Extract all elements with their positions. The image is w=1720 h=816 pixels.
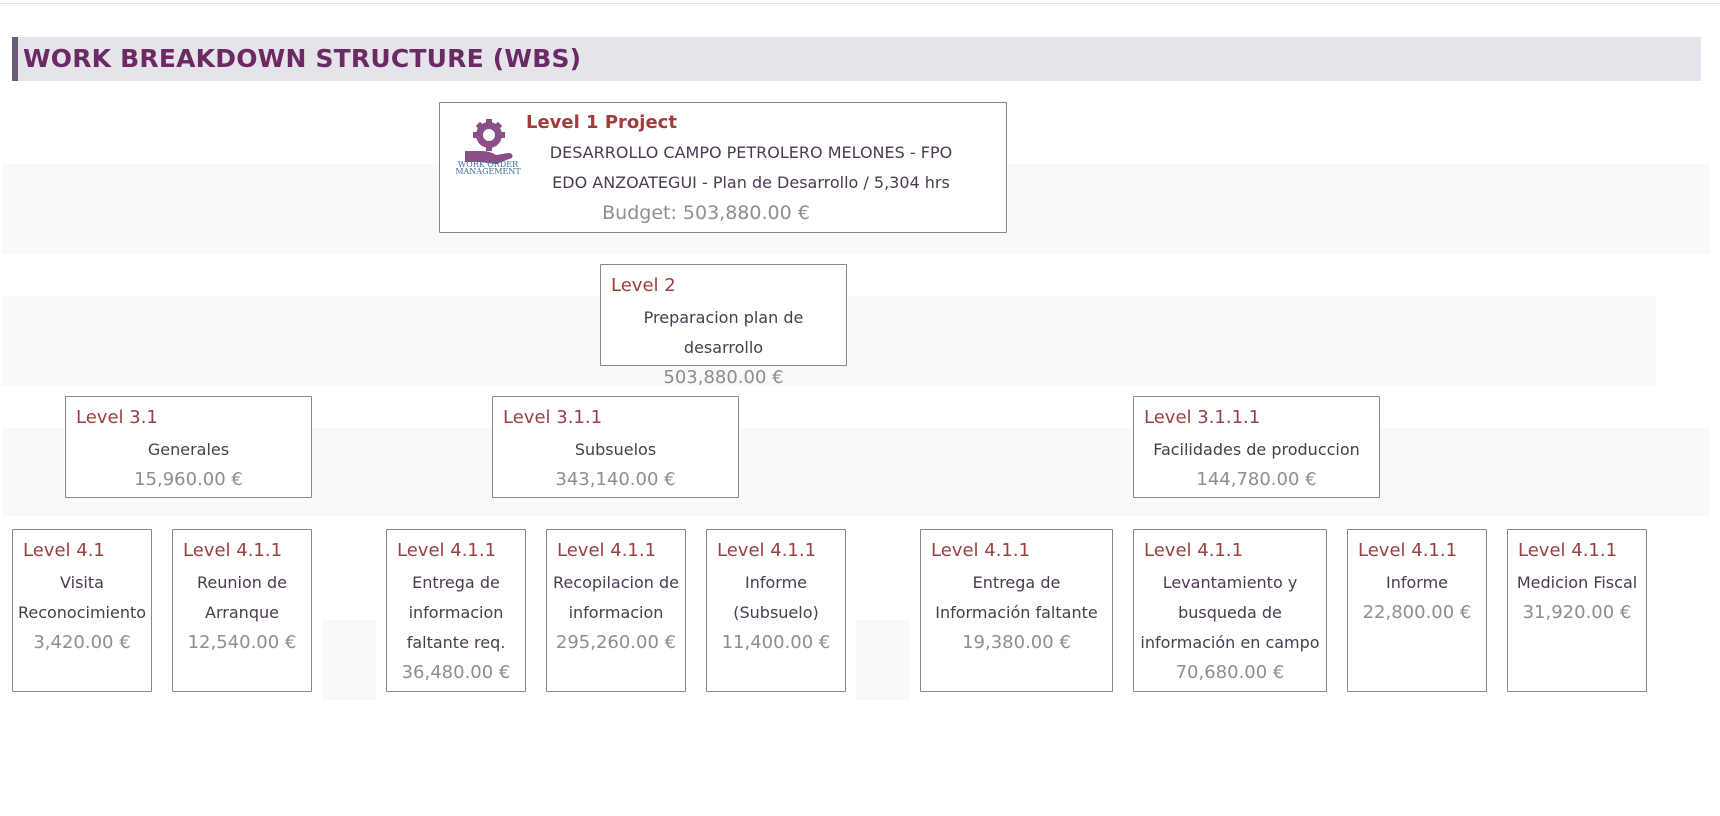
wbs-node-level4[interactable]: Level 4.1.1 Reunion de Arranque 12,540.0…: [172, 529, 312, 692]
node-name: Generales 15,960.00 €: [70, 435, 307, 495]
node-name: Subsuelos 343,140.00 €: [497, 435, 734, 495]
level4-gap-band: [322, 620, 376, 700]
node-name-text: Visita Reconocimiento: [17, 573, 147, 622]
node-value: 295,260.00 €: [555, 632, 677, 653]
node-level-label: Level 4.1: [23, 540, 105, 561]
node-level-label: Level 1 Project: [526, 112, 677, 133]
node-value: 70,680.00 €: [1175, 662, 1285, 683]
node-level-label: Level 4.1.1: [1518, 540, 1618, 561]
node-value: 144,780.00 €: [1196, 469, 1317, 490]
node-name-text: Informe (Subsuelo): [733, 573, 819, 622]
node-name: Levantamiento y busqueda de información …: [1138, 568, 1322, 688]
wbs-node-level3[interactable]: Level 3.1.1.1 Facilidades de produccion …: [1133, 396, 1380, 498]
hand-gear-icon: [465, 119, 513, 164]
node-name: Entrega de Información faltante 19,380.0…: [925, 568, 1108, 658]
node-name-text: Preparacion plan de desarrollo: [643, 308, 804, 357]
node-name-text: Entrega de informacion faltante req.: [406, 573, 506, 652]
logo-text-line2: MANAGEMENT: [455, 167, 521, 175]
node-budget: Budget: 503,880.00 €: [602, 202, 810, 224]
node-value: 22,800.00 €: [1362, 602, 1472, 623]
node-name-text: Entrega de Información faltante: [935, 573, 1098, 622]
node-name-text: Levantamiento y busqueda de información …: [1140, 573, 1320, 652]
node-name: Preparacion plan de desarrollo 503,880.0…: [605, 303, 842, 393]
node-level-label: Level 4.1.1: [1358, 540, 1458, 561]
node-value: 503,880.00 €: [663, 367, 784, 388]
node-name: Visita Reconocimiento 3,420.00 €: [17, 568, 147, 658]
wbs-node-level1[interactable]: WORK ORDER MANAGEMENT Level 1 Project DE…: [439, 102, 1007, 233]
level4-gap-band: [856, 620, 910, 700]
node-name: Reunion de Arranque 12,540.00 €: [177, 568, 307, 658]
node-value: 15,960.00 €: [134, 469, 243, 490]
node-name-text: Medicion Fiscal: [1516, 573, 1638, 592]
node-name-text: Informe: [1385, 573, 1448, 592]
node-name-text: Subsuelos: [574, 440, 657, 459]
node-value: 36,480.00 €: [401, 662, 511, 683]
wbs-node-level4[interactable]: Level 4.1 Visita Reconocimiento 3,420.00…: [12, 529, 152, 692]
node-name: Recopilacion de informacion 295,260.00 €: [551, 568, 681, 658]
node-name-text: DESARROLLO CAMPO PETROLERO MELONES - FPO…: [549, 143, 953, 192]
node-level-label: Level 4.1.1: [717, 540, 817, 561]
node-level-label: Level 3.1: [76, 407, 158, 428]
wbs-node-level3[interactable]: Level 3.1.1 Subsuelos 343,140.00 €: [492, 396, 739, 498]
node-level-label: Level 2: [611, 275, 676, 296]
wbs-node-level4[interactable]: Level 4.1.1 Levantamiento y busqueda de …: [1133, 529, 1327, 692]
node-level-label: Level 4.1.1: [557, 540, 657, 561]
top-divider: [0, 3, 1720, 4]
node-name: Informe 22,800.00 €: [1352, 568, 1482, 628]
node-name: Medicion Fiscal 31,920.00 €: [1512, 568, 1642, 628]
node-level-label: Level 4.1.1: [931, 540, 1031, 561]
node-value: 19,380.00 €: [962, 632, 1071, 653]
node-name: Informe (Subsuelo) 11,400.00 €: [711, 568, 841, 658]
node-level-label: Level 3.1.1.1: [1144, 407, 1261, 428]
node-level-label: Level 4.1.1: [397, 540, 497, 561]
node-value: 31,920.00 €: [1522, 602, 1632, 623]
node-value: 3,420.00 €: [33, 632, 131, 653]
page-header: WORK BREAKDOWN STRUCTURE (WBS): [12, 37, 1701, 81]
wbs-node-level4[interactable]: Level 4.1.1 Informe (Subsuelo) 11,400.00…: [706, 529, 846, 692]
page-title: WORK BREAKDOWN STRUCTURE (WBS): [23, 44, 582, 73]
node-level-label: Level 3.1.1: [503, 407, 603, 428]
node-value: 11,400.00 €: [721, 632, 831, 653]
wbs-node-level4[interactable]: Level 4.1.1 Recopilacion de informacion …: [546, 529, 686, 692]
wbs-node-level4[interactable]: Level 4.1.1 Informe 22,800.00 €: [1347, 529, 1487, 692]
node-value: 12,540.00 €: [187, 632, 297, 653]
work-order-management-logo: WORK ORDER MANAGEMENT: [455, 119, 521, 175]
node-name: DESARROLLO CAMPO PETROLERO MELONES - FPO…: [540, 138, 962, 228]
node-level-label: Level 4.1.1: [1144, 540, 1244, 561]
node-name: Entrega de informacion faltante req. 36,…: [391, 568, 521, 688]
wbs-node-level4[interactable]: Level 4.1.1 Entrega de Información falta…: [920, 529, 1113, 692]
wbs-node-level2[interactable]: Level 2 Preparacion plan de desarrollo 5…: [600, 264, 847, 388]
node-name-text: Reunion de Arranque: [197, 573, 287, 622]
wbs-node-level4[interactable]: Level 4.1.1 Entrega de informacion falta…: [386, 529, 526, 692]
node-name-text: Facilidades de produccion: [1153, 440, 1360, 459]
node-name-text: Recopilacion de informacion: [553, 573, 679, 622]
node-name-text: Generales: [147, 440, 230, 459]
wbs-node-level4[interactable]: Level 4.1.1 Medicion Fiscal 31,920.00 €: [1507, 529, 1647, 692]
node-value: 343,140.00 €: [555, 469, 676, 490]
node-level-label: Level 4.1.1: [183, 540, 283, 561]
wbs-node-level3[interactable]: Level 3.1 Generales 15,960.00 €: [65, 396, 312, 498]
node-name: Facilidades de produccion 144,780.00 €: [1138, 435, 1375, 495]
